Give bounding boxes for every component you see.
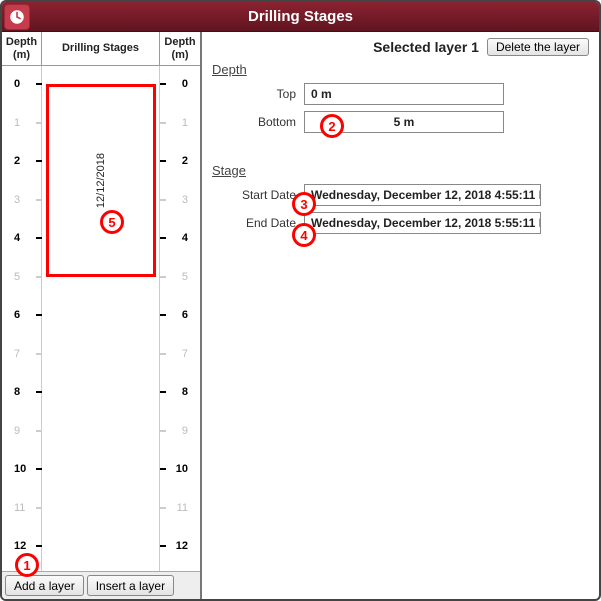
top-label: Top [212, 87, 300, 101]
left-panel-footer: Add a layer Insert a layer [2, 571, 200, 599]
start-date-row: Start Date Wednesday, December 12, 2018 … [212, 184, 589, 206]
depth-tick: 1212 [2, 539, 200, 553]
top-input[interactable]: 0 m [304, 83, 504, 105]
window: Drilling Stages Depth (m) Drilling Stage… [0, 0, 601, 601]
window-title: Drilling Stages [2, 8, 599, 25]
stage-layer-label: 12/12/2018 [95, 153, 107, 208]
selected-layer-label: Selected layer 1 [373, 39, 479, 55]
bottom-row: Bottom 5 m [212, 111, 589, 133]
end-date-label: End Date [212, 216, 300, 230]
col-header-stages: Drilling Stages [42, 32, 160, 65]
selected-layer-row: Selected layer 1 Delete the layer [212, 38, 589, 56]
depth-tick: 77 [2, 347, 200, 361]
start-date-input[interactable]: Wednesday, December 12, 2018 4:55:11 PM [304, 184, 541, 206]
chart-header: Depth (m) Drilling Stages Depth (m) [2, 32, 200, 66]
top-row: Top 0 m [212, 83, 589, 105]
left-panel: Depth (m) Drilling Stages Depth (m) 0011… [2, 32, 202, 599]
chart-area[interactable]: 0011223344556677889910101111121212/12/20… [2, 66, 200, 571]
body: Depth (m) Drilling Stages Depth (m) 0011… [2, 32, 599, 599]
stage-layer[interactable]: 12/12/2018 [46, 84, 156, 277]
bottom-label: Bottom [212, 115, 300, 129]
depth-tick: 88 [2, 385, 200, 399]
titlebar: Drilling Stages [2, 2, 599, 32]
right-panel: Selected layer 1 Delete the layer Depth … [202, 32, 599, 599]
add-layer-button[interactable]: Add a layer [5, 575, 84, 596]
depth-tick: 66 [2, 308, 200, 322]
depth-tick: 1010 [2, 462, 200, 476]
bottom-input[interactable]: 5 m [304, 111, 504, 133]
stage-group-label: Stage [212, 163, 589, 178]
end-date-input[interactable]: Wednesday, December 12, 2018 5:55:11 PM [304, 212, 541, 234]
end-date-row: End Date Wednesday, December 12, 2018 5:… [212, 212, 589, 234]
depth-tick: 1111 [2, 501, 200, 515]
insert-layer-button[interactable]: Insert a layer [87, 575, 174, 596]
depth-group-label: Depth [212, 62, 589, 77]
depth-tick: 99 [2, 424, 200, 438]
start-date-label: Start Date [212, 188, 300, 202]
delete-layer-button[interactable]: Delete the layer [487, 38, 589, 56]
col-header-depth-right: Depth (m) [160, 32, 200, 65]
col-header-depth-left: Depth (m) [2, 32, 42, 65]
clock-icon [4, 4, 30, 30]
